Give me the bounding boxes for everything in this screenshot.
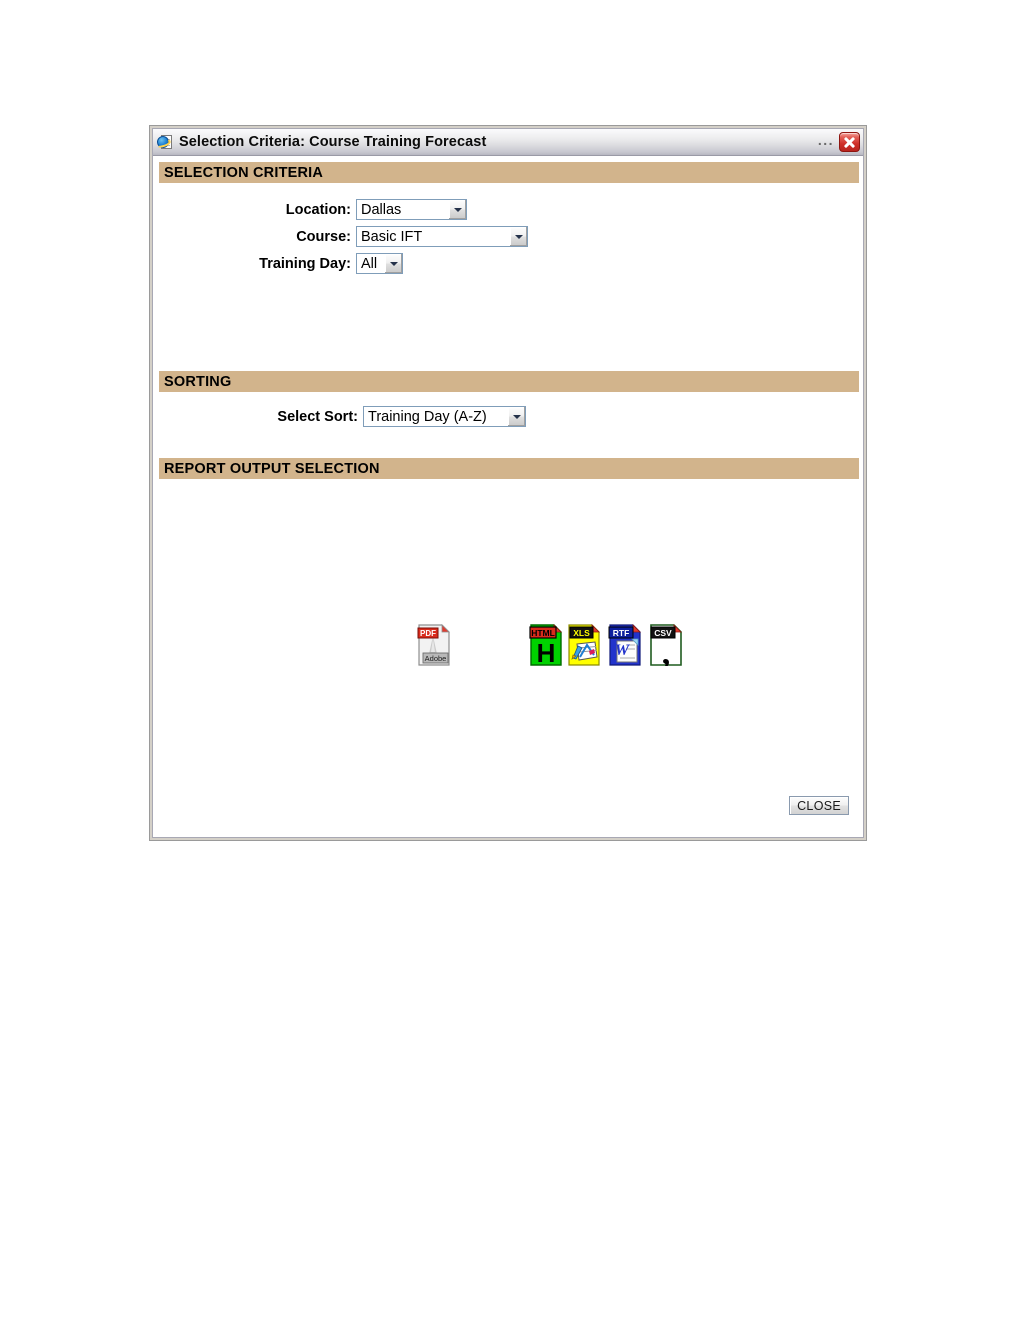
title-bar: Selection Criteria: Course Training Fore… bbox=[153, 129, 863, 156]
course-label: Course: bbox=[296, 228, 351, 245]
form-row-course: Course: Basic IFT bbox=[153, 223, 863, 250]
select-sort-value: Training Day (A-Z) bbox=[368, 408, 487, 425]
location-label: Location: bbox=[285, 201, 351, 218]
dialog-window: Selection Criteria: Course Training Fore… bbox=[149, 125, 867, 841]
chevron-down-icon[interactable] bbox=[448, 200, 466, 219]
section-header-report-output-selection: REPORT OUTPUT SELECTION bbox=[159, 458, 859, 479]
svg-text:HTML: HTML bbox=[531, 628, 555, 638]
svg-text:W: W bbox=[615, 642, 631, 659]
html-file-icon[interactable]: HTML H bbox=[529, 624, 563, 666]
page-root: Selection Criteria: Course Training Fore… bbox=[0, 0, 1020, 1320]
report-output-format-list: PDF Adobe HTML H XLS RTF W CSV , bbox=[153, 624, 863, 670]
rtf-file-icon[interactable]: RTF W bbox=[608, 624, 642, 666]
title-overflow-dots[interactable]: ... bbox=[818, 132, 834, 153]
svg-text:PDF: PDF bbox=[420, 629, 436, 638]
chevron-down-icon[interactable] bbox=[509, 227, 527, 246]
location-select-value: Dallas bbox=[361, 201, 402, 218]
section-header-selection-criteria: SELECTION CRITERIA bbox=[159, 162, 859, 183]
csv-file-icon[interactable]: CSV , bbox=[649, 624, 683, 666]
chevron-down-icon[interactable] bbox=[507, 407, 525, 426]
course-select[interactable]: Basic IFT bbox=[356, 226, 528, 247]
section-header-sorting: SORTING bbox=[159, 371, 859, 392]
form-row-training-day: Training Day: All bbox=[153, 250, 863, 277]
svg-text:H: H bbox=[537, 638, 556, 666]
close-icon[interactable] bbox=[839, 132, 860, 152]
dialog-window-inner: Selection Criteria: Course Training Fore… bbox=[152, 128, 864, 838]
training-day-label: Training Day: bbox=[259, 255, 351, 272]
internet-explorer-icon bbox=[155, 134, 174, 151]
sorting-form: Select Sort: Training Day (A-Z) bbox=[153, 403, 863, 430]
xls-file-icon[interactable]: XLS bbox=[567, 624, 601, 666]
window-title: Selection Criteria: Course Training Fore… bbox=[179, 134, 487, 150]
svg-text:Adobe: Adobe bbox=[425, 654, 447, 663]
training-day-select[interactable]: All bbox=[356, 253, 403, 274]
svg-text:RTF: RTF bbox=[613, 628, 630, 638]
close-button[interactable]: CLOSE bbox=[789, 796, 849, 815]
training-day-select-value: All bbox=[361, 255, 378, 272]
chevron-down-icon[interactable] bbox=[384, 254, 402, 273]
svg-text:XLS: XLS bbox=[573, 628, 590, 638]
select-sort-dropdown[interactable]: Training Day (A-Z) bbox=[363, 406, 526, 427]
pdf-file-icon[interactable]: PDF Adobe bbox=[417, 624, 451, 666]
location-select[interactable]: Dallas bbox=[356, 199, 467, 220]
form-row-location: Location: Dallas bbox=[153, 196, 863, 223]
select-sort-label: Select Sort: bbox=[277, 408, 358, 425]
course-select-value: Basic IFT bbox=[361, 228, 423, 245]
selection-criteria-form: Location: Dallas Course: Basic IFT Train… bbox=[153, 196, 863, 277]
svg-text:,: , bbox=[662, 635, 671, 666]
dialog-body: SELECTION CRITERIA Location: Dallas Cour… bbox=[153, 156, 863, 837]
